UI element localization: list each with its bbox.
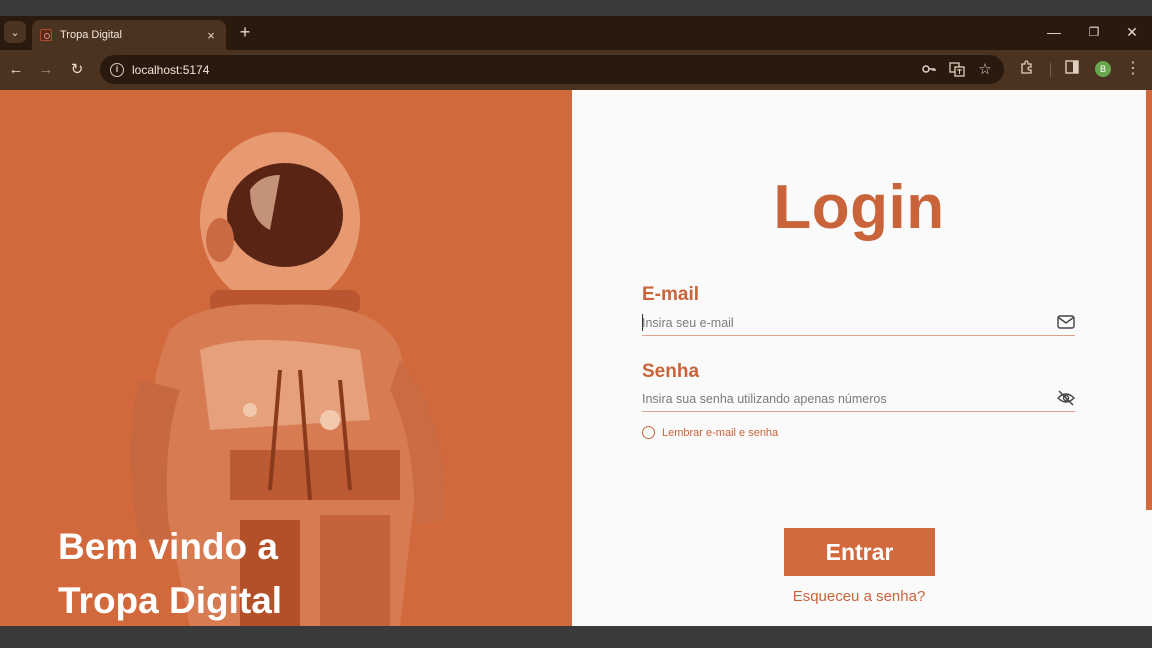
email-field-wrapper [642,312,1075,336]
forgot-password-link[interactable]: Esqueceu a senha? [572,588,1146,605]
close-window-button[interactable]: ✕ [1121,22,1143,42]
screen-bottom-border [0,626,1152,648]
tab-title: Tropa Digital [60,29,122,41]
password-label: Senha [642,361,700,382]
hero-panel: Bem vindo a Tropa Digital [0,90,572,626]
favicon-icon [40,29,52,41]
welcome-heading: Bem vindo a Tropa Digital [58,526,283,621]
page-content: Bem vindo a Tropa Digital Login E-mail S… [0,90,1152,626]
mail-icon [1057,315,1075,331]
screen-top-border [0,0,1152,16]
reload-icon[interactable]: ↻ [66,59,88,81]
back-icon[interactable]: ← [5,59,27,81]
scrollbar[interactable] [1146,90,1152,510]
text-caret [642,314,643,331]
browser-toolbar: ← → ↻ i localhost:5174 ☆ B ⋮ [0,50,1152,90]
remember-label: Lembrar e-mail e senha [662,426,779,439]
menu-icon[interactable]: ⋮ [1123,59,1143,79]
tab-tropa-digital[interactable]: Tropa Digital × [32,20,226,50]
email-label: E-mail [642,284,700,305]
address-bar[interactable]: i localhost:5174 ☆ [100,55,1004,84]
tab-close-icon[interactable]: × [204,28,218,43]
url-text: localhost:5174 [132,62,210,77]
password-field[interactable] [642,388,1042,410]
extensions-icon[interactable] [1017,59,1037,79]
minimize-button[interactable]: — [1043,22,1065,42]
forward-icon[interactable]: → [35,59,57,81]
tab-list-icon[interactable]: ⌄ [4,21,26,43]
star-icon[interactable]: ☆ [976,61,994,79]
side-panel-icon[interactable] [1062,59,1082,79]
translate-icon[interactable] [948,61,966,79]
restore-button[interactable]: ❐ [1083,22,1105,42]
new-tab-button[interactable]: + [236,22,254,42]
info-icon[interactable]: i [110,62,124,77]
login-title: Login [773,173,945,242]
tab-bar: ⌄ Tropa Digital × + — ❐ ✕ [0,16,1152,50]
remember-option[interactable]: Lembrar e-mail e senha [642,426,778,439]
login-button[interactable]: Entrar [784,528,935,576]
password-field-wrapper [642,388,1075,412]
eye-off-icon[interactable] [1057,390,1075,406]
email-field[interactable] [642,312,1042,334]
key-icon[interactable] [920,61,938,79]
toolbar-divider [1050,63,1051,77]
remember-radio[interactable] [642,426,655,439]
profile-avatar[interactable]: B [1095,61,1111,77]
login-panel: Login E-mail Senha Lembrar e-mail e senh… [572,90,1152,626]
